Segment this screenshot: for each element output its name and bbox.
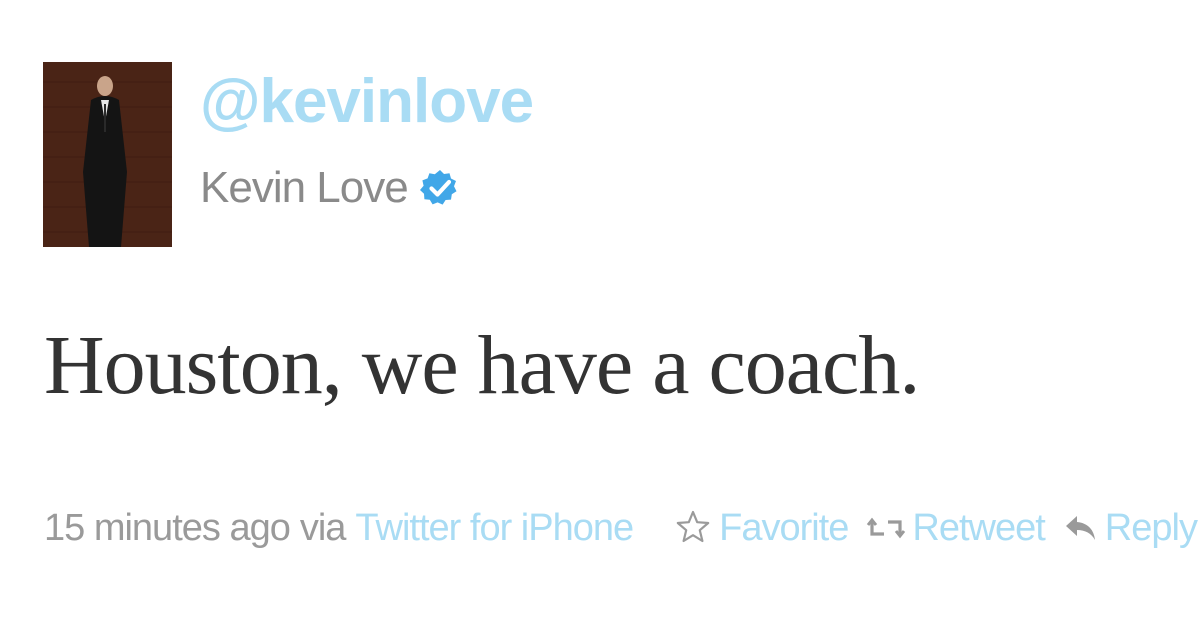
favorite-button[interactable]: Favorite [673, 500, 849, 556]
timestamp-link[interactable]: 15 minutes ago [44, 500, 291, 556]
tweet-text: Houston, we have a coach. [44, 319, 920, 412]
star-icon [676, 510, 710, 543]
reply-arrow-icon [1065, 516, 1095, 540]
reply-label: Reply [1104, 507, 1198, 549]
verified-badge-icon [419, 168, 460, 208]
tweet-meta-bar: 15 minutes ago via Twitter for iPhone Fa… [44, 500, 1198, 556]
retweet-label: Retweet [912, 507, 1045, 549]
retweet-button[interactable]: Retweet [866, 500, 1046, 556]
author-full-name[interactable]: Kevin Love [200, 160, 409, 216]
reply-button[interactable]: Reply [1063, 500, 1198, 556]
user-handle-link[interactable]: @kevinlove [200, 66, 534, 138]
favorite-label: Favorite [719, 507, 849, 549]
retweet-icon [867, 517, 906, 539]
tweet-card: @kevinlove Kevin Love Houston, we have a… [0, 0, 1200, 630]
source-link[interactable]: Twitter for iPhone [355, 500, 634, 556]
avatar[interactable] [43, 62, 172, 247]
profile-photo-icon [43, 62, 172, 247]
author-name-row: Kevin Love [200, 160, 460, 216]
via-label: via [299, 507, 347, 549]
